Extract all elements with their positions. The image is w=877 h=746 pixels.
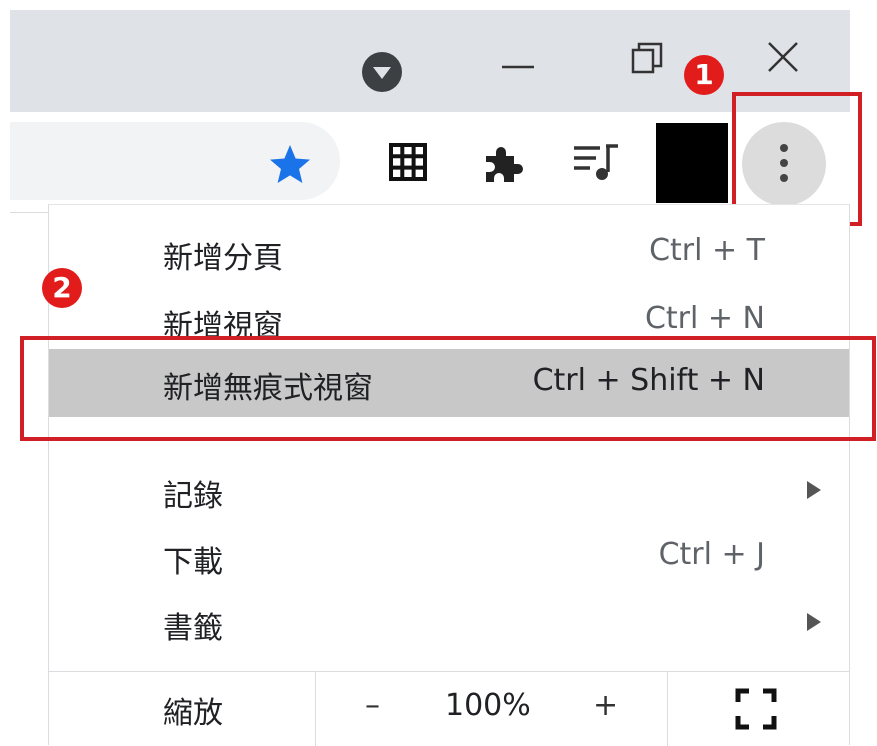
menu-item-shortcut: Ctrl + T [649,233,765,268]
star-icon[interactable] [268,142,312,186]
zoom-in-button[interactable]: + [593,688,618,723]
dropdown-circle-icon[interactable] [362,52,402,92]
title-bar [10,10,850,112]
menu-item-bookmarks[interactable]: 書籤 [49,589,849,653]
menu-item-history[interactable]: 記錄 [49,457,849,521]
submenu-arrow-icon [807,481,821,499]
zoom-out-button[interactable]: – [365,688,380,723]
menu-item-new-tab[interactable]: 新增分頁 Ctrl + T [49,219,849,283]
minimize-icon[interactable] [498,62,538,72]
zoom-row: 縮放 – 100% + [49,671,849,746]
annotation-badge-1: 1 [684,55,724,95]
zoom-label: 縮放 [163,696,223,731]
media-playlist-icon[interactable] [572,140,620,184]
zoom-value: 100% [445,688,531,723]
menu-item-label: 下載 [163,545,223,580]
toolbar-divider [10,212,48,213]
menu-item-label: 書籤 [163,611,223,646]
address-bar[interactable] [10,122,340,200]
annotation-box-incognito [20,336,876,441]
menu-item-label: 新增分頁 [163,241,283,276]
menu-item-new-window[interactable]: 新增視窗 Ctrl + N [49,287,849,337]
chrome-main-menu: 新增分頁 Ctrl + T 新增視窗 Ctrl + N 新增無痕式視窗 Ctrl… [48,204,850,746]
annotation-badge-2: 2 [42,268,82,308]
grid-icon[interactable] [388,142,428,182]
puzzle-icon[interactable] [480,142,524,186]
menu-item-label: 新增視窗 [163,309,283,337]
zoom-separator [315,672,316,746]
zoom-separator [667,672,668,746]
menu-item-label: 記錄 [163,479,223,514]
restore-icon[interactable] [629,40,665,76]
submenu-arrow-icon [807,613,821,631]
menu-item-downloads[interactable]: 下載 Ctrl + J [49,523,849,587]
close-icon[interactable] [763,37,803,77]
avatar-block[interactable] [656,123,728,203]
fullscreen-icon[interactable] [735,688,777,730]
menu-item-shortcut: Ctrl + J [658,537,765,572]
menu-item-shortcut: Ctrl + N [644,301,765,336]
